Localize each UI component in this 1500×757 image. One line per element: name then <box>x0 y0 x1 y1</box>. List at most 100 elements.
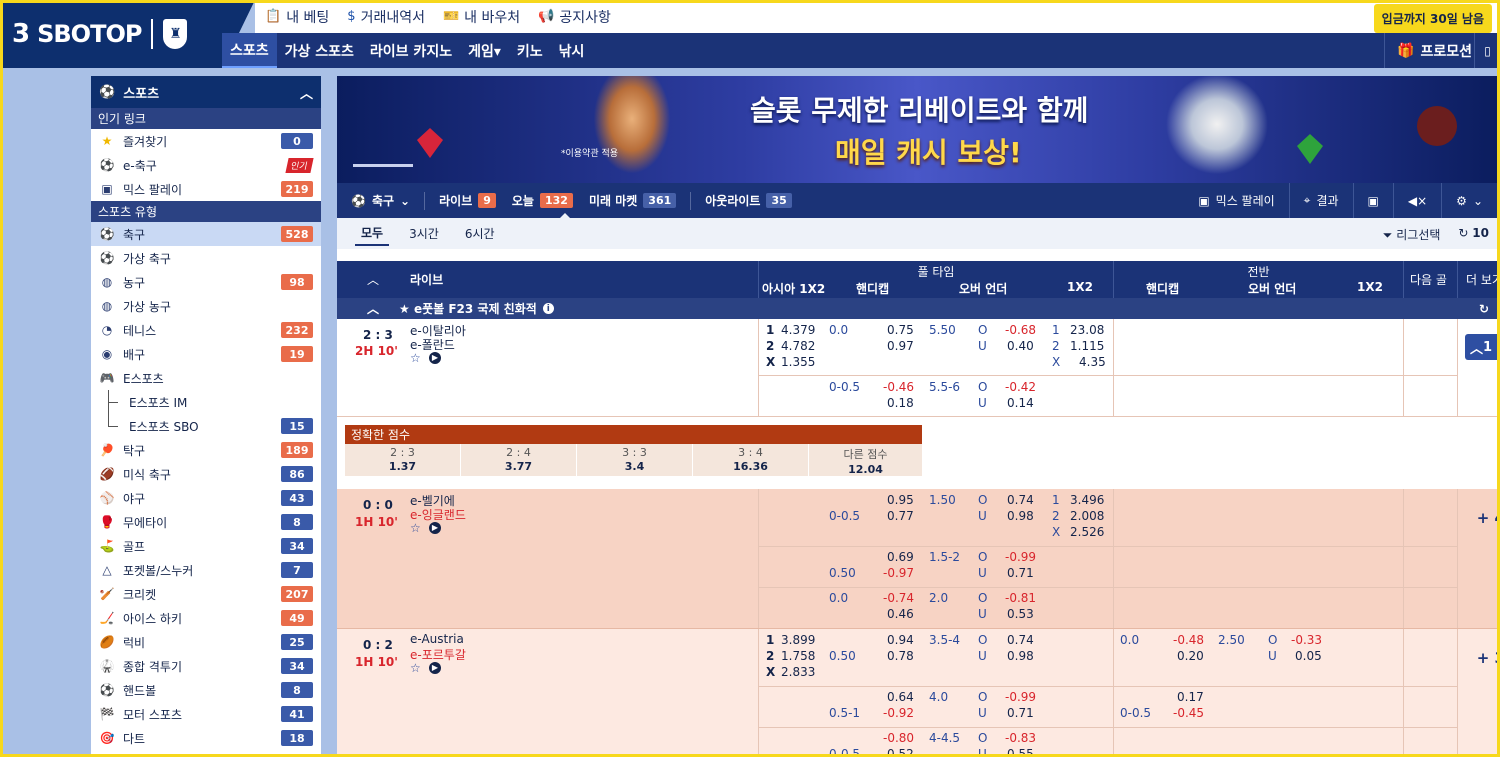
odds-cell[interactable]: 23.08 <box>1070 323 1104 337</box>
odds-cell[interactable]: -0.42 <box>1005 380 1036 394</box>
league-select-button[interactable]: ⏷ 리그선택 <box>1383 226 1441 243</box>
nav-sports[interactable]: 스포츠 <box>222 33 277 68</box>
brand-logo[interactable]: 3 SBOTOP ♜ <box>0 0 255 68</box>
odds-cell[interactable]: -0.99 <box>1005 690 1036 704</box>
league-row[interactable]: ︿ ★ e풋볼 F23 국제 친화적 i ↻ <box>337 298 1497 319</box>
sidebar-item-sport[interactable]: ⛳ 골프 34 <box>91 534 321 558</box>
sidebar-item-sport[interactable]: ◍ 가상 농구 <box>91 294 321 318</box>
more-markets-button[interactable]: ︿ 1 <box>1465 334 1497 360</box>
home-team[interactable]: e-Austria <box>410 632 464 646</box>
sidebar-item-sport[interactable]: E스포츠 SBO 15 <box>91 414 321 438</box>
odds-cell[interactable]: -0.46 <box>883 380 914 394</box>
odds-cell[interactable]: 1.758 <box>781 649 815 663</box>
sport-selector[interactable]: ⚽ 축구 ⌄ <box>337 192 424 209</box>
odds-cell[interactable]: 2.833 <box>781 665 815 679</box>
odds-cell[interactable]: 0.18 <box>887 396 914 410</box>
odds-cell[interactable]: 0.55 <box>1007 747 1034 757</box>
mobile-icon[interactable]: ▯ <box>1474 33 1500 68</box>
nav-keno[interactable]: 키노 <box>509 33 551 68</box>
play-video-icon[interactable]: ▶ <box>429 662 441 674</box>
sidebar-item-sport[interactable]: ⚽ 축구 528 <box>91 222 321 246</box>
deposit-countdown-badge[interactable]: 입금까지 30일 남음 <box>1373 4 1492 33</box>
odds-cell[interactable]: -0.97 <box>883 566 914 580</box>
more-markets-button[interactable]: + 3 <box>1477 649 1497 667</box>
odds-cell[interactable]: -0.80 <box>883 731 914 745</box>
odds-cell[interactable]: -0.68 <box>1005 323 1036 337</box>
odds-cell[interactable]: 0.71 <box>1007 566 1034 580</box>
odds-cell[interactable]: 0.75 <box>887 323 914 337</box>
sound-button[interactable]: ◀× <box>1392 183 1441 218</box>
sidebar-item-sport[interactable]: 🎮 E스포츠 <box>91 366 321 390</box>
odds-cell[interactable]: 0.17 <box>1177 690 1204 704</box>
sidebar-item-favorites[interactable]: ★ 즐겨찾기 0 <box>91 129 321 153</box>
sidebar-item-sport[interactable]: 🏁 모터 스포츠 41 <box>91 702 321 726</box>
sidebar-item-e-soccer[interactable]: ⚽ e-축구 인기 <box>91 153 321 177</box>
tab-outright[interactable]: 아웃라이트 35 <box>691 192 806 209</box>
nav-fishing[interactable]: 낚시 <box>551 33 593 68</box>
odds-cell[interactable]: 0.95 <box>887 493 914 507</box>
odds-cell[interactable]: 0.78 <box>887 649 914 663</box>
correct-score-option[interactable]: 2 : 3 1.37 <box>345 444 460 476</box>
tab-today[interactable]: 오늘 132 <box>510 192 587 209</box>
sidebar-item-sport[interactable]: ⚾ 야구 43 <box>91 486 321 510</box>
sidebar-item-sport[interactable]: 🥋 종합 격투기 34 <box>91 654 321 678</box>
refresh-league-icon[interactable]: ↻ <box>1479 302 1489 316</box>
info-icon[interactable]: i <box>542 303 554 314</box>
nav-virtual-sports[interactable]: 가상 스포츠 <box>277 33 362 68</box>
sidebar-item-sport[interactable]: ◔ 테니스 232 <box>91 318 321 342</box>
odds-cell[interactable]: 4.35 <box>1079 355 1106 369</box>
play-video-icon[interactable]: ▶ <box>429 352 441 364</box>
odds-cell[interactable]: -0.81 <box>1005 591 1036 605</box>
sidebar-item-sport[interactable]: 🏒 아이스 하키 49 <box>91 606 321 630</box>
odds-cell[interactable]: -0.92 <box>883 706 914 720</box>
sidebar-item-sport[interactable]: E스포츠 IM <box>91 390 321 414</box>
sidebar-item-sport[interactable]: 🏉 럭비 25 <box>91 630 321 654</box>
odds-cell[interactable]: 0.71 <box>1007 706 1034 720</box>
nav-live-casino[interactable]: 라이브 카지노 <box>362 33 460 68</box>
sidebar-item-sport[interactable]: △ 포켓볼/스누커 7 <box>91 558 321 582</box>
odds-cell[interactable]: 0.69 <box>887 550 914 564</box>
odds-cell[interactable]: 0.74 <box>1007 493 1034 507</box>
correct-score-option[interactable]: 2 : 4 3.77 <box>461 444 576 476</box>
favorite-star-icon[interactable]: ☆ <box>410 521 421 535</box>
favorite-star-icon[interactable]: ☆ <box>410 351 421 365</box>
sidebar-item-sport[interactable]: 🏏 크리켓 207 <box>91 582 321 606</box>
odds-cell[interactable]: 0.77 <box>887 509 914 523</box>
tab-future[interactable]: 미래 마켓 361 <box>587 192 690 209</box>
odds-cell[interactable]: 0.53 <box>1007 607 1034 621</box>
correct-score-option[interactable]: 3 : 3 3.4 <box>577 444 692 476</box>
odds-cell[interactable]: 4.379 <box>781 323 815 337</box>
odds-cell[interactable]: -0.33 <box>1291 633 1322 647</box>
filter-6h[interactable]: 6시간 <box>459 222 501 245</box>
odds-cell[interactable]: 0.40 <box>1007 339 1034 353</box>
favorite-star-icon[interactable]: ☆ <box>410 661 421 675</box>
carousel-indicator[interactable] <box>353 164 413 167</box>
odds-cell[interactable]: 3.496 <box>1070 493 1104 507</box>
odds-cell[interactable]: 2.008 <box>1070 509 1104 523</box>
my-bets-link[interactable]: 📋 내 베팅 <box>265 7 329 27</box>
odds-cell[interactable]: 1.355 <box>781 355 815 369</box>
odds-cell[interactable]: 0.98 <box>1007 649 1034 663</box>
refresh-button[interactable]: ↻ 10 <box>1458 226 1489 243</box>
correct-score-option[interactable]: 3 : 4 16.36 <box>693 444 808 476</box>
collapse-all-icon[interactable]: ︿ <box>367 271 379 288</box>
odds-cell[interactable]: 0.94 <box>887 633 914 647</box>
mix-parlay-button[interactable]: ▣ 믹스 팔레이 <box>1184 183 1288 218</box>
odds-cell[interactable]: 0.98 <box>1007 509 1034 523</box>
promotion-button[interactable]: 🎁 프로모션 <box>1384 33 1472 68</box>
odds-cell[interactable]: 0.20 <box>1177 649 1204 663</box>
live-tv-button[interactable]: ▣ <box>1352 183 1393 218</box>
sidebar-item-sport[interactable]: ⚽ 핸드볼 8 <box>91 678 321 702</box>
sidebar-item-sport[interactable]: ◍ 농구 98 <box>91 270 321 294</box>
play-video-icon[interactable]: ▶ <box>429 522 441 534</box>
sidebar-item-mix-parlay[interactable]: ▣ 믹스 팔레이 219 <box>91 177 321 201</box>
odds-cell[interactable]: 0.46 <box>887 607 914 621</box>
promo-banner[interactable]: *이용약관 적용 슬롯 무제한 리베이트와 함께 매일 캐시 보상! <box>337 76 1497 183</box>
filter-all[interactable]: 모두 <box>355 221 390 246</box>
filter-3h[interactable]: 3시간 <box>403 222 445 245</box>
tab-live[interactable]: 라이브 9 <box>425 192 510 209</box>
sidebar-item-sport[interactable]: ⚽ 가상 축구 <box>91 246 321 270</box>
odds-cell[interactable]: -0.45 <box>1173 706 1204 720</box>
odds-cell[interactable]: 0.14 <box>1007 396 1034 410</box>
odds-cell[interactable]: 0.97 <box>887 339 914 353</box>
